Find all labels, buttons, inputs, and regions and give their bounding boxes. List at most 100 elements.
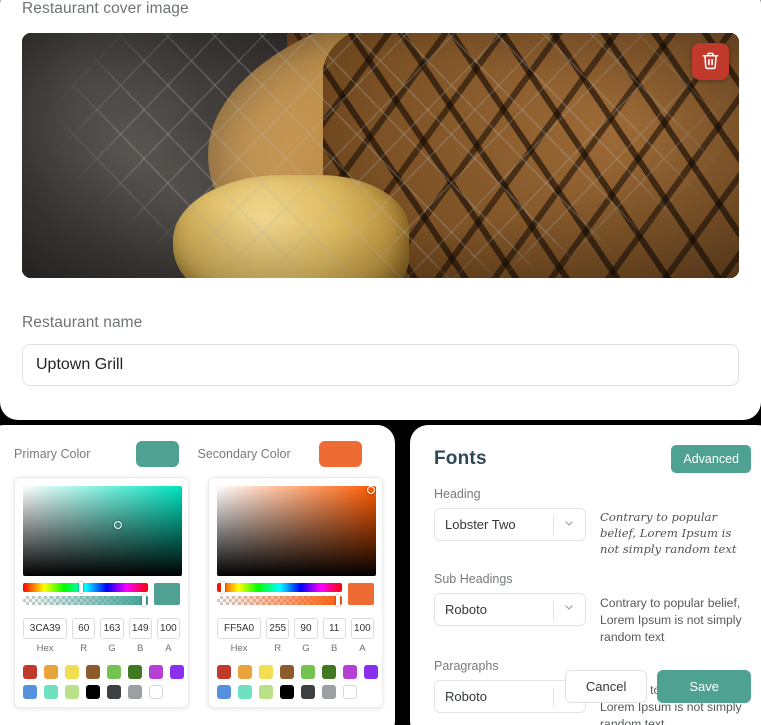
- font-row: Roboto Contrary to popular belief, Lorem …: [434, 592, 751, 645]
- color-swatch[interactable]: [343, 685, 357, 699]
- primary-color-preview: [154, 583, 180, 605]
- color-swatch[interactable]: [86, 665, 100, 679]
- primary-saturation-value-area[interactable]: [23, 486, 182, 576]
- cover-image-label: Restaurant cover image: [22, 0, 189, 17]
- color-swatch[interactable]: [238, 665, 252, 679]
- secondary-color-values: FF5A0 Hex 255 R 90 G 11 B 100 A: [217, 618, 374, 654]
- primary-color-picker: 3CA39 Hex 60 R 163 G 149 B 100 A: [14, 477, 189, 708]
- secondary-saturation-value-area[interactable]: [217, 486, 376, 576]
- primary-swatch-grid: [23, 665, 184, 699]
- advanced-button[interactable]: Advanced: [671, 445, 751, 473]
- secondary-b-input[interactable]: 11: [322, 618, 346, 639]
- secondary-sv-cursor[interactable]: [367, 486, 376, 494]
- secondary-color-chip[interactable]: [319, 441, 362, 467]
- color-pickers-row: 3CA39 Hex 60 R 163 G 149 B 100 A FF5A0 H…: [0, 467, 395, 708]
- font-select-heading[interactable]: Lobster Two: [434, 508, 586, 541]
- cover-image-container: [22, 33, 739, 278]
- color-swatch[interactable]: [65, 685, 79, 699]
- color-swatch[interactable]: [44, 685, 58, 699]
- color-swatch[interactable]: [259, 665, 273, 679]
- delete-cover-image-button[interactable]: [692, 43, 729, 80]
- color-swatch[interactable]: [107, 685, 121, 699]
- primary-alpha-slider[interactable]: [23, 595, 148, 606]
- primary-sv-cursor[interactable]: [114, 520, 123, 529]
- secondary-hex-cell: FF5A0 Hex: [217, 618, 262, 654]
- color-swatch[interactable]: [217, 685, 231, 699]
- color-swatch[interactable]: [23, 665, 37, 679]
- select-divider: [553, 600, 554, 620]
- color-swatch[interactable]: [301, 665, 315, 679]
- color-swatch[interactable]: [128, 665, 142, 679]
- secondary-color-preview: [348, 583, 374, 605]
- color-swatch[interactable]: [322, 665, 336, 679]
- font-row: Lobster Two Contrary to popular belief, L…: [434, 508, 751, 558]
- save-button[interactable]: Save: [657, 670, 751, 703]
- color-swatch[interactable]: [217, 665, 231, 679]
- color-swatch[interactable]: [149, 685, 163, 699]
- primary-r-caption: R: [80, 643, 88, 654]
- primary-alpha-fill: [23, 596, 148, 605]
- color-swatch[interactable]: [65, 665, 79, 679]
- primary-r-input[interactable]: 60: [72, 618, 96, 639]
- color-swatch[interactable]: [259, 685, 273, 699]
- primary-g-input[interactable]: 163: [100, 618, 124, 639]
- primary-a-cell: 100 A: [156, 618, 180, 654]
- select-divider: [553, 516, 554, 535]
- font-preview-text: Contrary to popular belief, Lorem Ipsum …: [600, 595, 742, 644]
- secondary-hue-slider[interactable]: [217, 582, 342, 593]
- color-swatch[interactable]: [301, 685, 315, 699]
- font-group: Sub Headings Roboto Contrary to popular be…: [434, 572, 751, 645]
- secondary-r-cell: 255 R: [266, 618, 290, 654]
- chevron-down-icon: [563, 517, 575, 532]
- primary-g-cell: 163 G: [100, 618, 124, 654]
- color-swatch[interactable]: [238, 685, 252, 699]
- color-swatch[interactable]: [149, 665, 163, 679]
- primary-hue-slider[interactable]: [23, 582, 148, 593]
- font-group-label: Heading: [434, 487, 481, 501]
- cancel-button[interactable]: Cancel: [564, 670, 648, 703]
- fonts-title: Fonts: [434, 448, 487, 469]
- font-select-value: Roboto: [445, 689, 487, 705]
- secondary-hue-handle[interactable]: [221, 582, 226, 593]
- secondary-b-cell: 11 B: [322, 618, 346, 654]
- secondary-r-input[interactable]: 255: [266, 618, 290, 639]
- secondary-sliders-row: [217, 582, 374, 609]
- secondary-g-caption: G: [302, 643, 310, 654]
- primary-color-chip[interactable]: [135, 441, 179, 467]
- color-swatch[interactable]: [170, 665, 184, 679]
- color-swatch[interactable]: [322, 685, 336, 699]
- secondary-a-input[interactable]: 100: [350, 618, 374, 639]
- primary-b-caption: B: [137, 643, 144, 654]
- fonts-actions: Cancel Save: [564, 670, 751, 703]
- secondary-alpha-handle[interactable]: [336, 595, 341, 606]
- color-swatch[interactable]: [280, 685, 294, 699]
- cover-image: [22, 33, 739, 278]
- primary-hex-input[interactable]: 3CA39: [23, 618, 68, 639]
- secondary-alpha-slider[interactable]: [217, 595, 342, 606]
- font-select-value: Roboto: [445, 601, 487, 617]
- color-headers: Primary Color Secondary Color: [0, 441, 395, 467]
- primary-r-cell: 60 R: [72, 618, 96, 654]
- restaurant-name-input[interactable]: [22, 344, 739, 386]
- color-swatch[interactable]: [86, 685, 100, 699]
- primary-alpha-handle[interactable]: [142, 595, 147, 606]
- secondary-hex-input[interactable]: FF5A0: [217, 618, 262, 639]
- color-swatch[interactable]: [280, 665, 294, 679]
- primary-hue-handle[interactable]: [78, 582, 83, 593]
- color-swatch[interactable]: [343, 665, 357, 679]
- chevron-down-icon: [563, 602, 575, 617]
- color-swatch[interactable]: [23, 685, 37, 699]
- secondary-hex-caption: Hex: [230, 643, 248, 654]
- primary-b-input[interactable]: 149: [128, 618, 152, 639]
- color-swatch[interactable]: [364, 665, 378, 679]
- secondary-g-input[interactable]: 90: [294, 618, 318, 639]
- font-select-paragraphs[interactable]: Roboto: [434, 680, 586, 714]
- secondary-a-caption: A: [359, 643, 366, 654]
- secondary-g-cell: 90 G: [294, 618, 318, 654]
- secondary-b-caption: B: [331, 643, 338, 654]
- primary-a-input[interactable]: 100: [156, 618, 180, 639]
- color-swatch[interactable]: [44, 665, 58, 679]
- color-swatch[interactable]: [107, 665, 121, 679]
- color-swatch[interactable]: [128, 685, 142, 699]
- font-select-sub-headings[interactable]: Roboto: [434, 592, 586, 626]
